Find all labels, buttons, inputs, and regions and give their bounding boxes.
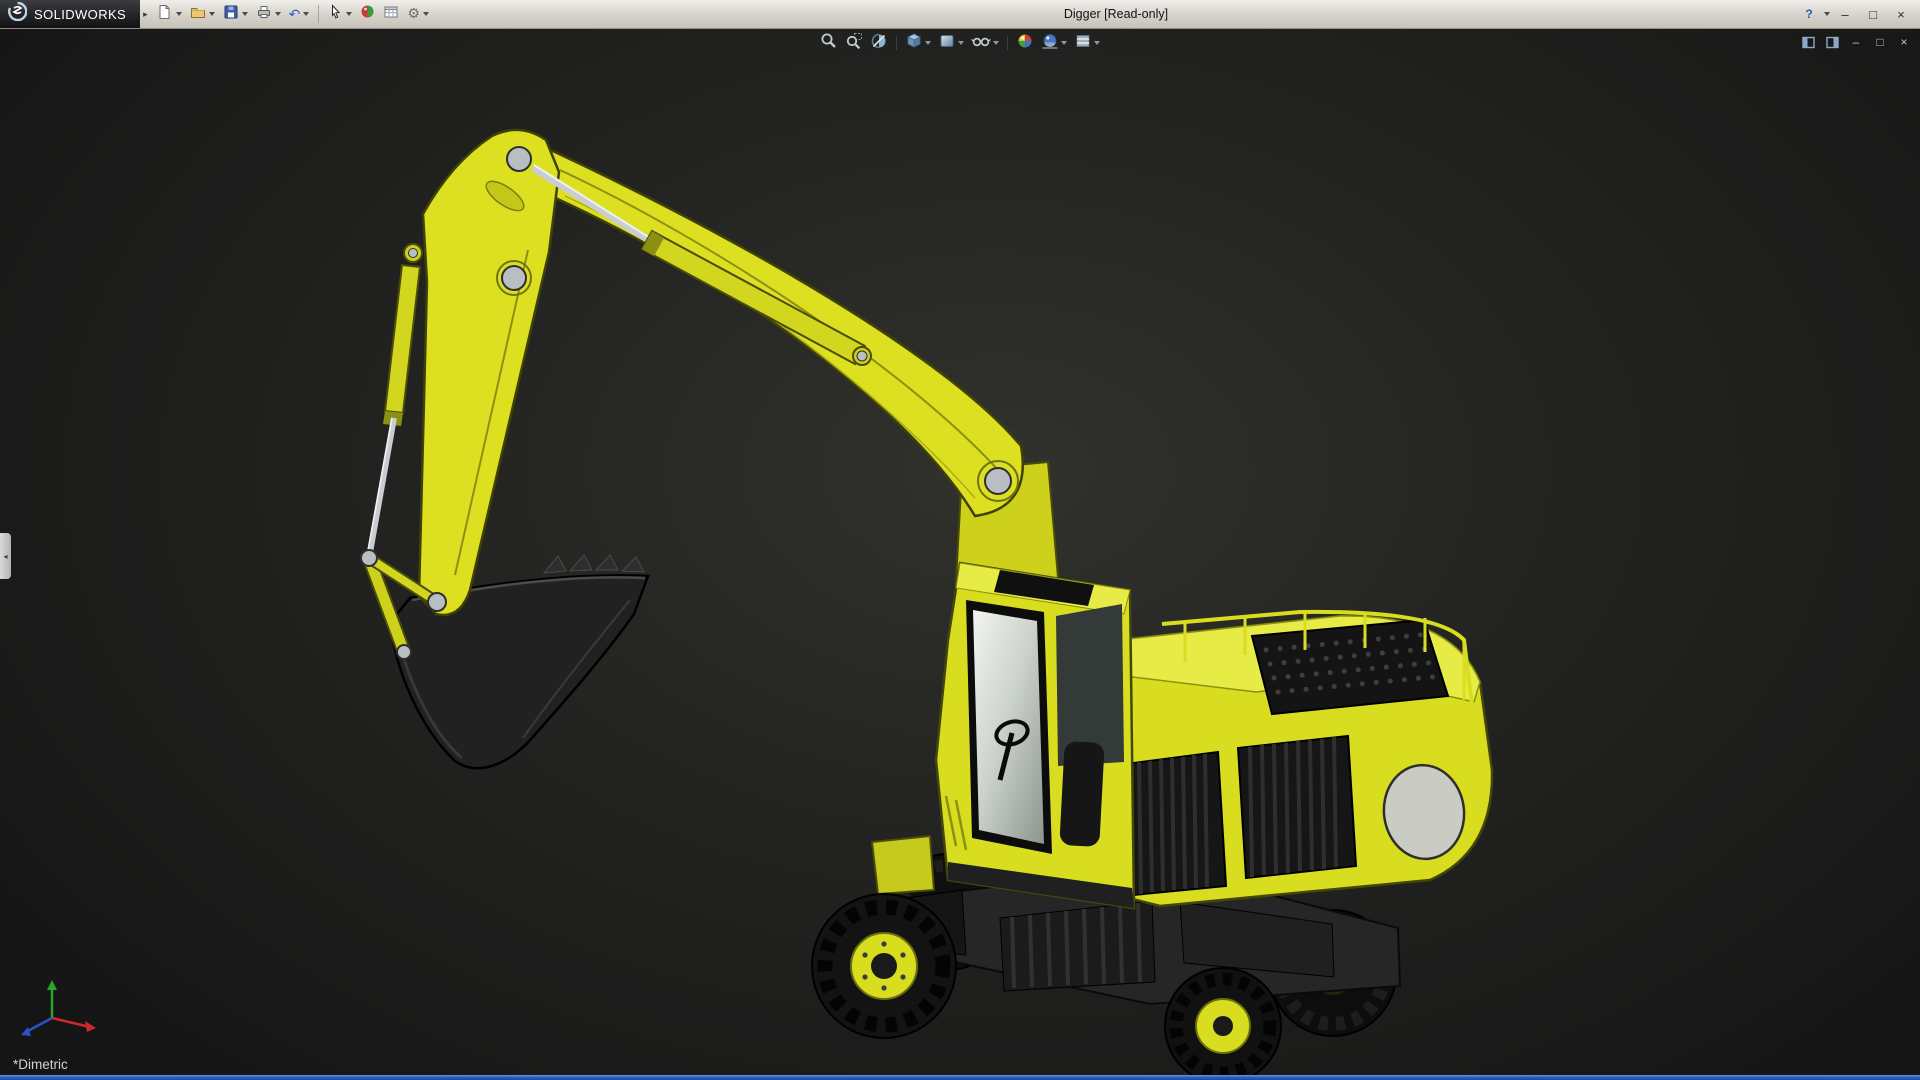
open-button[interactable] (187, 2, 218, 26)
display-style-button[interactable] (938, 33, 964, 53)
digger-model-scene[interactable] (0, 28, 1920, 1080)
hud-separator (896, 36, 897, 50)
zoom-to-fit-icon (820, 32, 838, 55)
dropdown-caret-icon (925, 41, 931, 45)
graphics-area[interactable]: – □ × ◂ (0, 28, 1920, 1080)
minimize-button[interactable]: – (1832, 4, 1858, 24)
dropdown-caret-icon (423, 12, 429, 16)
dropdown-caret-icon (1094, 41, 1100, 45)
solidworks-logo: SOLIDWORKS (0, 0, 140, 28)
dropdown-caret-icon (303, 12, 309, 16)
view-settings-icon (1074, 32, 1092, 55)
maximize-button[interactable]: □ (1860, 4, 1886, 24)
save-button[interactable] (220, 2, 251, 26)
engine-housing[interactable] (1095, 612, 1492, 906)
document-window-controls: – □ × (1800, 34, 1912, 50)
taskbar-edge (0, 1075, 1920, 1080)
brand-name: SOLIDWORKS (34, 7, 126, 22)
new-document-button[interactable] (154, 2, 185, 26)
close-button[interactable]: × (1888, 4, 1914, 24)
dropdown-caret-icon (242, 12, 248, 16)
window-title: Digger [Read-only] (433, 7, 1799, 21)
section-view-icon (870, 32, 888, 55)
save-floppy-icon (223, 4, 239, 25)
windshield-glass (973, 610, 1044, 844)
appearance-ball-icon (360, 4, 375, 24)
view-orientation-button[interactable] (905, 33, 931, 53)
select-button[interactable] (325, 2, 355, 26)
select-cursor-icon (328, 4, 343, 24)
edit-appearance-button[interactable] (1016, 33, 1034, 53)
design-table-button[interactable] (380, 2, 402, 26)
bucket-teeth (544, 555, 644, 573)
dropdown-caret-icon (209, 12, 215, 16)
title-bar: SOLIDWORKS ▸ ↶ (0, 0, 1920, 29)
doc-minimize-button[interactable]: – (1848, 34, 1864, 50)
glasses-icon (971, 32, 991, 55)
zoom-to-area-button[interactable] (845, 33, 863, 53)
side-window (1056, 604, 1124, 766)
print-button[interactable] (253, 2, 284, 26)
spreadsheet-icon (383, 4, 399, 25)
featuremanager-collapse-tab[interactable]: ◂ (0, 533, 11, 579)
gear-icon: ⚙ (407, 7, 420, 21)
new-document-icon (157, 4, 173, 25)
apply-scene-button[interactable] (1041, 33, 1067, 53)
section-view-button[interactable] (870, 33, 888, 53)
cab[interactable] (936, 563, 1134, 908)
dropdown-caret-icon (346, 12, 352, 16)
dropdown-caret-icon (958, 41, 964, 45)
pane-right-icon[interactable] (1824, 34, 1840, 50)
scene-sphere-icon (1041, 32, 1059, 55)
display-style-icon (938, 32, 956, 55)
stick-arm[interactable] (419, 130, 559, 615)
hide-show-items-button[interactable] (971, 33, 999, 53)
rainbow-sphere-icon (1016, 32, 1034, 55)
view-cube-icon (905, 32, 923, 55)
reference-triad (21, 980, 96, 1036)
help-dropdown-caret-icon[interactable] (1824, 12, 1830, 16)
dassault-3ds-logo-icon (8, 2, 27, 26)
dropdown-caret-icon (1061, 41, 1067, 45)
wheel-rear-left[interactable] (1165, 968, 1281, 1080)
zoom-to-area-icon (845, 32, 863, 55)
seat (1059, 741, 1104, 847)
appearances-button[interactable] (357, 2, 378, 26)
bucket-cylinder[interactable] (367, 244, 422, 558)
pane-left-icon[interactable] (1800, 34, 1816, 50)
view-settings-button[interactable] (1074, 33, 1100, 53)
open-folder-icon (190, 4, 206, 25)
dropdown-caret-icon (176, 12, 182, 16)
menu-flyout-arrow-icon[interactable]: ▸ (143, 9, 148, 20)
hud-separator (1007, 36, 1008, 50)
undo-icon: ↶ (289, 7, 301, 21)
heads-up-view-toolbar (820, 33, 1100, 53)
doc-restore-button[interactable]: □ (1872, 34, 1888, 50)
view-orientation-label: *Dimetric (13, 1057, 68, 1072)
dropdown-caret-icon (993, 41, 999, 45)
zoom-to-fit-button[interactable] (820, 33, 838, 53)
toolbar-separator (318, 5, 319, 23)
doc-close-button[interactable]: × (1896, 34, 1912, 50)
dropdown-caret-icon (275, 12, 281, 16)
print-icon (256, 4, 272, 25)
undo-button[interactable]: ↶ (286, 2, 313, 26)
help-button[interactable]: ? (1799, 4, 1819, 24)
wheel-front-left[interactable] (812, 894, 956, 1038)
window-controls: ? – □ × (1799, 4, 1920, 24)
options-button[interactable]: ⚙ (404, 2, 432, 26)
apex-pivot (507, 147, 531, 171)
